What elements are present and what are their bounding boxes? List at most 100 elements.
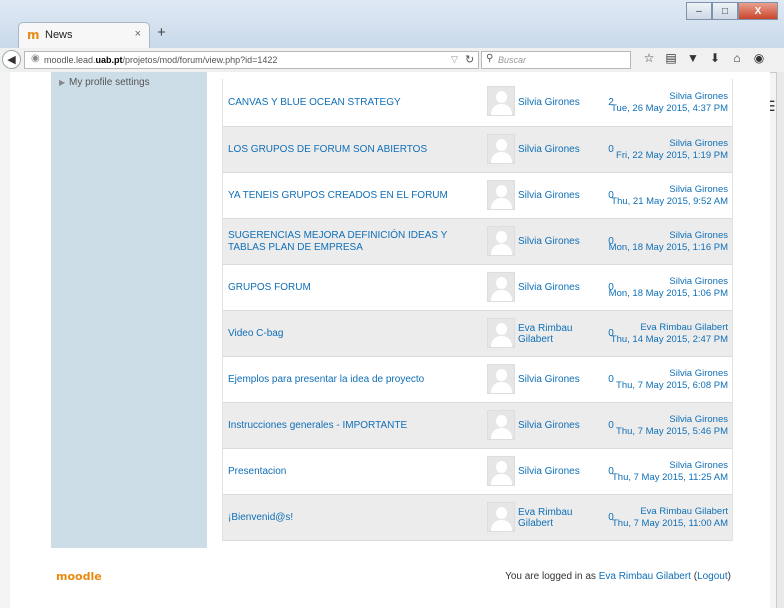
last-post-author[interactable]: Eva Rimbau Gilabert bbox=[640, 506, 728, 518]
table-row: GRUPOS FORUM Silvia Girones 0 Silvia Gir… bbox=[223, 265, 732, 311]
last-post: Silvia Girones Tue, 26 May 2015, 4:37 PM bbox=[608, 79, 728, 126]
last-post: Eva Rimbau Gilabert Thu, 7 May 2015, 11:0… bbox=[608, 495, 728, 540]
last-post-date[interactable]: Thu, 14 May 2015, 2:47 PM bbox=[611, 334, 728, 346]
last-post-date[interactable]: Thu, 21 May 2015, 9:52 AM bbox=[611, 196, 728, 208]
last-post: Eva Rimbau Gilabert Thu, 14 May 2015, 2:4… bbox=[608, 311, 728, 356]
last-post-author[interactable]: Silvia Girones bbox=[669, 414, 728, 426]
close-tab-icon[interactable]: × bbox=[135, 28, 141, 40]
avatar[interactable] bbox=[487, 318, 515, 348]
last-post: Silvia Girones Thu, 7 May 2015, 5:46 PM bbox=[608, 403, 728, 448]
user-profile-link[interactable]: Eva Rimbau Gilabert bbox=[599, 571, 691, 582]
discussion-subject-link[interactable]: LOS GRUPOS DE FORUM SON ABIERTOS bbox=[228, 127, 480, 172]
moodle-logo[interactable]: moodle bbox=[56, 570, 102, 583]
discussion-subject-link[interactable]: SUGERENCIAS MEJORA DEFINICIÓN IDEAS Y TA… bbox=[228, 219, 480, 264]
moodle-favicon-icon: m bbox=[27, 28, 40, 42]
download-icon[interactable]: ⬇ bbox=[704, 51, 726, 65]
discussion-subject-link[interactable]: Video C-bag bbox=[228, 311, 480, 356]
last-post: Silvia Girones Mon, 18 May 2015, 1:06 PM bbox=[608, 265, 728, 310]
discussion-subject-link[interactable]: YA TENEIS GRUPOS CREADOS EN EL FORUM bbox=[228, 173, 480, 218]
reload-icon[interactable]: ↻ bbox=[465, 53, 474, 66]
bookmark-star-icon[interactable]: ☆ bbox=[638, 51, 660, 65]
last-post: Silvia Girones Thu, 7 May 2015, 11:25 AM bbox=[608, 449, 728, 494]
last-post-date[interactable]: Tue, 26 May 2015, 4:37 PM bbox=[611, 103, 728, 115]
last-post: Silvia Girones Mon, 18 May 2015, 1:16 PM bbox=[608, 219, 728, 264]
url-text: moodle.lead.uab.pt/projetos/mod/forum/vi… bbox=[44, 55, 278, 65]
last-post-date[interactable]: Thu, 7 May 2015, 5:46 PM bbox=[616, 426, 728, 438]
avatar[interactable] bbox=[487, 180, 515, 210]
last-post-author[interactable]: Silvia Girones bbox=[669, 230, 728, 242]
author-link[interactable]: Silvia Girones bbox=[518, 357, 600, 402]
discussion-subject-link[interactable]: Ejemplos para presentar la idea de proye… bbox=[228, 357, 480, 402]
last-post-author[interactable]: Silvia Girones bbox=[669, 91, 728, 103]
navigation-toolbar: ◀ ◉ moodle.lead.uab.pt/projetos/mod/foru… bbox=[0, 48, 784, 114]
discussion-list: CANVAS Y BLUE OCEAN STRATEGY Silvia Giro… bbox=[222, 79, 733, 541]
avatar[interactable] bbox=[487, 134, 515, 164]
reading-list-icon[interactable]: ▤ bbox=[660, 51, 682, 65]
scrollbar[interactable] bbox=[776, 72, 784, 608]
page-margin bbox=[0, 72, 10, 608]
close-window-button[interactable]: X bbox=[738, 2, 778, 20]
avatar[interactable] bbox=[487, 272, 515, 302]
author-link[interactable]: Silvia Girones bbox=[518, 127, 600, 172]
chat-icon[interactable]: ◉ bbox=[748, 51, 770, 65]
back-button[interactable]: ◀ bbox=[2, 50, 21, 69]
avatar[interactable] bbox=[487, 410, 515, 440]
sidebar-item-profile-settings[interactable]: My profile settings bbox=[69, 77, 150, 88]
toolbar-icons: ☆ ▤ ▼ ⬇ ⌂ ◉ bbox=[638, 51, 770, 65]
new-tab-icon[interactable]: + bbox=[157, 24, 166, 41]
avatar[interactable] bbox=[487, 456, 515, 486]
maximize-button[interactable]: □ bbox=[712, 2, 738, 20]
search-bar[interactable]: ⚲ Buscar bbox=[481, 51, 631, 69]
table-row: CANVAS Y BLUE OCEAN STRATEGY Silvia Giro… bbox=[223, 79, 732, 127]
table-row: LOS GRUPOS DE FORUM SON ABIERTOS Silvia … bbox=[223, 127, 732, 173]
address-bar[interactable]: ◉ moodle.lead.uab.pt/projetos/mod/forum/… bbox=[24, 51, 479, 69]
table-row: ¡Bienvenid@s! Eva Rimbau Gilabert 0 Eva … bbox=[223, 495, 732, 541]
avatar[interactable] bbox=[487, 502, 515, 532]
author-link[interactable]: Eva Rimbau Gilabert bbox=[518, 311, 600, 356]
last-post-author[interactable]: Silvia Girones bbox=[669, 276, 728, 288]
last-post-date[interactable]: Fri, 22 May 2015, 1:19 PM bbox=[616, 150, 728, 162]
history-dropdown-icon[interactable]: ▽ bbox=[451, 54, 458, 65]
window-controls: – □ X bbox=[686, 2, 778, 20]
home-icon[interactable]: ⌂ bbox=[726, 51, 748, 65]
avatar[interactable] bbox=[487, 226, 515, 256]
last-post-date[interactable]: Mon, 18 May 2015, 1:06 PM bbox=[609, 288, 728, 300]
discussion-subject-link[interactable]: Instrucciones generales - IMPORTANTE bbox=[228, 403, 480, 448]
browser-titlebar: m News × + – □ X bbox=[0, 0, 784, 48]
author-link[interactable]: Silvia Girones bbox=[518, 265, 600, 310]
last-post-date[interactable]: Thu, 7 May 2015, 11:00 AM bbox=[612, 518, 728, 530]
author-link[interactable]: Eva Rimbau Gilabert bbox=[518, 495, 600, 540]
last-post: Silvia Girones Thu, 7 May 2015, 6:08 PM bbox=[608, 357, 728, 402]
author-link[interactable]: Silvia Girones bbox=[518, 449, 600, 494]
author-link[interactable]: Silvia Girones bbox=[518, 173, 600, 218]
globe-icon: ◉ bbox=[31, 53, 40, 64]
expand-arrow-icon[interactable]: ▶ bbox=[59, 78, 65, 87]
author-link[interactable]: Silvia Girones bbox=[518, 79, 600, 126]
last-post-date[interactable]: Mon, 18 May 2015, 1:16 PM bbox=[609, 242, 728, 254]
tab-title: News bbox=[45, 29, 73, 41]
last-post-author[interactable]: Eva Rimbau Gilabert bbox=[640, 322, 728, 334]
page-footer: moodle You are logged in as Eva Rimbau G… bbox=[51, 548, 737, 608]
discussion-subject-link[interactable]: ¡Bienvenid@s! bbox=[228, 495, 480, 540]
author-link[interactable]: Silvia Girones bbox=[518, 219, 600, 264]
browser-tab[interactable]: m News × bbox=[18, 22, 150, 48]
last-post-date[interactable]: Thu, 7 May 2015, 11:25 AM bbox=[612, 472, 728, 484]
author-link[interactable]: Silvia Girones bbox=[518, 403, 600, 448]
last-post-author[interactable]: Silvia Girones bbox=[669, 138, 728, 150]
avatar[interactable] bbox=[487, 364, 515, 394]
last-post-date[interactable]: Thu, 7 May 2015, 6:08 PM bbox=[616, 380, 728, 392]
last-post-author[interactable]: Silvia Girones bbox=[669, 184, 728, 196]
avatar[interactable] bbox=[487, 86, 515, 116]
login-info: You are logged in as Eva Rimbau Gilabert… bbox=[505, 571, 731, 582]
sidebar: ▶ My profile settings bbox=[51, 72, 207, 548]
pocket-icon[interactable]: ▼ bbox=[682, 51, 704, 65]
discussion-subject-link[interactable]: GRUPOS FORUM bbox=[228, 265, 480, 310]
discussion-subject-link[interactable]: Presentacion bbox=[228, 449, 480, 494]
minimize-button[interactable]: – bbox=[686, 2, 712, 20]
discussion-subject-link[interactable]: CANVAS Y BLUE OCEAN STRATEGY bbox=[228, 79, 480, 126]
table-row: Video C-bag Eva Rimbau Gilabert 0 Eva Ri… bbox=[223, 311, 732, 357]
last-post-author[interactable]: Silvia Girones bbox=[669, 460, 728, 472]
table-row: Instrucciones generales - IMPORTANTE Sil… bbox=[223, 403, 732, 449]
logout-link[interactable]: Logout bbox=[697, 571, 728, 582]
last-post-author[interactable]: Silvia Girones bbox=[669, 368, 728, 380]
